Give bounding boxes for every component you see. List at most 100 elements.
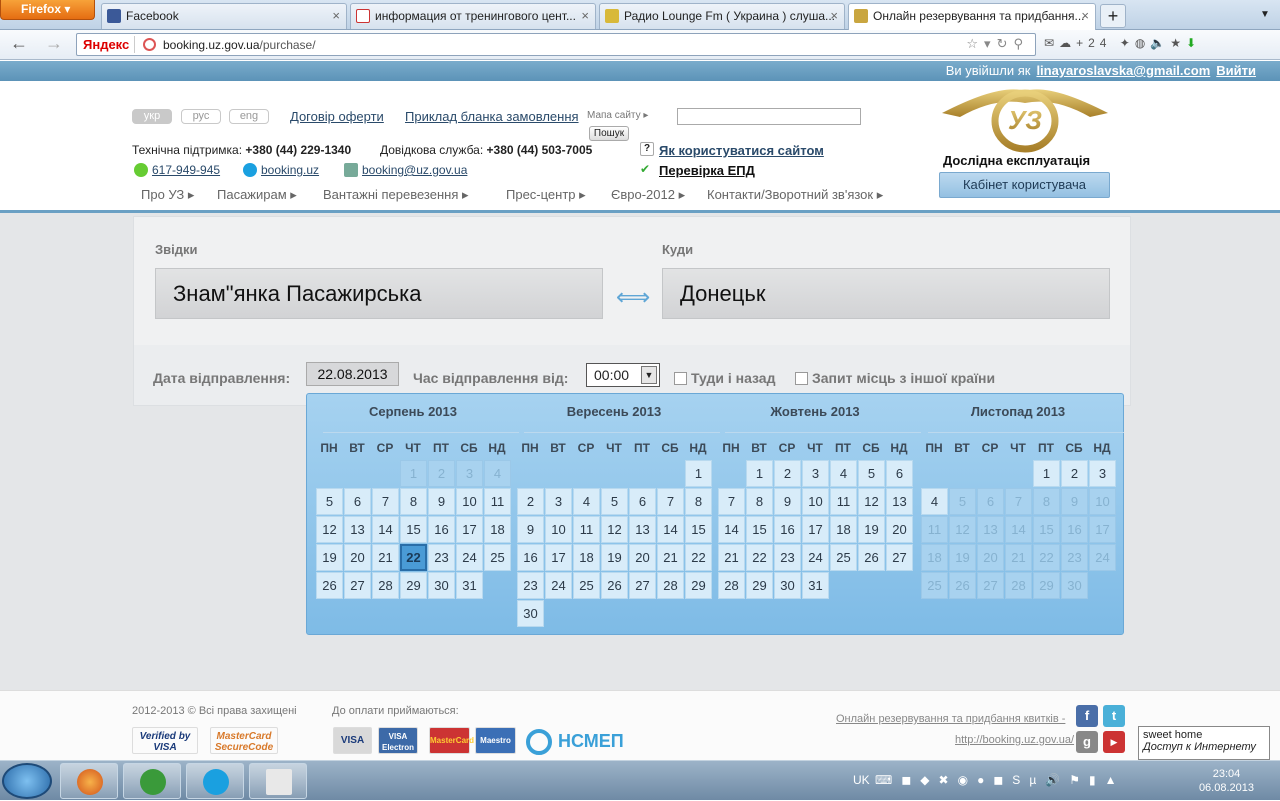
calendar-day[interactable]: 2 <box>517 488 544 515</box>
calendar-day[interactable]: 31 <box>456 572 483 599</box>
site-identity-icon[interactable] <box>143 38 156 51</box>
calendar-day[interactable]: 11 <box>830 488 857 515</box>
calendar-day[interactable]: 6 <box>629 488 656 515</box>
app-icon[interactable]: ◼ <box>993 773 1012 787</box>
calendar-day[interactable]: 27 <box>629 572 656 599</box>
search-button[interactable]: Пошук <box>589 126 629 141</box>
firefox-menu-button[interactable]: Firefox ▾ <box>0 0 95 20</box>
calendar-day[interactable]: 24 <box>545 572 572 599</box>
calendar-day[interactable]: 3 <box>802 460 829 487</box>
calendar-day[interactable]: 19 <box>858 516 885 543</box>
lang-rus[interactable]: рус <box>181 109 221 124</box>
calendar-day[interactable]: 26 <box>858 544 885 571</box>
calendar-day[interactable]: 16 <box>517 544 544 571</box>
calendar-day[interactable]: 11 <box>573 516 600 543</box>
url-bar[interactable]: Яндекс booking.uz.gov.ua/purchase/ ☆▾↻⚲ <box>76 33 1036 56</box>
close-icon[interactable]: × <box>830 4 838 28</box>
calendar-day[interactable]: 19 <box>316 544 343 571</box>
calendar-day[interactable]: 8 <box>685 488 712 515</box>
keyboard-language[interactable]: UK <box>853 773 870 787</box>
uz-logo[interactable]: УЗ <box>940 83 1110 153</box>
calendar-day[interactable]: 8 <box>746 488 773 515</box>
calendar-day[interactable]: 21 <box>372 544 399 571</box>
calendar-day[interactable]: 13 <box>344 516 371 543</box>
selected-day[interactable]: 22 <box>400 544 427 571</box>
sample-link[interactable]: Приклад бланка замовлення <box>405 109 579 124</box>
utorrent-icon[interactable]: µ <box>1029 773 1045 787</box>
calendar-day[interactable]: 26 <box>601 572 628 599</box>
calendar-day[interactable]: 28 <box>718 572 745 599</box>
weather-icon[interactable]: ☁ <box>1059 36 1076 50</box>
calendar-day[interactable]: 22 <box>685 544 712 571</box>
calendar-day[interactable]: 30 <box>517 600 544 627</box>
calendar-day[interactable]: 9 <box>517 516 544 543</box>
calendar-day[interactable]: 12 <box>858 488 885 515</box>
calendar-day[interactable]: 29 <box>746 572 773 599</box>
download-icon[interactable]: ⬇ <box>1186 36 1201 50</box>
calendar-day[interactable]: 30 <box>774 572 801 599</box>
calendar-day[interactable]: 24 <box>802 544 829 571</box>
calendar-day[interactable]: 27 <box>344 572 371 599</box>
yandex-brand[interactable]: Яндекс <box>79 36 135 53</box>
calendar-day[interactable]: 1 <box>685 460 712 487</box>
flag-icon[interactable]: ⚑ <box>1069 773 1089 787</box>
new-tab-button[interactable]: + <box>1100 4 1126 28</box>
app-icon[interactable]: ● <box>977 773 993 787</box>
sitemap-link[interactable]: Мапа сайту ▸ <box>587 110 648 121</box>
calendar-day[interactable]: 21 <box>657 544 684 571</box>
calendar-day[interactable]: 16 <box>774 516 801 543</box>
logout-link[interactable]: Вийти <box>1216 63 1256 78</box>
calendar-day[interactable]: 18 <box>484 516 511 543</box>
facebook-icon[interactable]: f <box>1076 705 1098 727</box>
calendar-day[interactable]: 9 <box>428 488 455 515</box>
calendar-day[interactable]: 23 <box>428 544 455 571</box>
calendar-day[interactable]: 19 <box>601 544 628 571</box>
menu-about[interactable]: Про УЗ ▸ <box>141 187 194 203</box>
taskbar-app[interactable] <box>249 763 307 799</box>
youtube-icon[interactable]: ▶ <box>1103 731 1125 753</box>
back-arrow-icon[interactable]: ← <box>10 33 28 54</box>
calendar-day[interactable]: 25 <box>484 544 511 571</box>
menu-freight[interactable]: Вантажні перевезення ▸ <box>323 187 469 203</box>
time-select[interactable]: 00:00 ▼ <box>586 363 660 387</box>
calendar-day[interactable]: 22 <box>746 544 773 571</box>
calendar-day[interactable]: 24 <box>456 544 483 571</box>
calendar-day[interactable]: 3 <box>545 488 572 515</box>
calendar-day[interactable]: 10 <box>802 488 829 515</box>
calendar-day[interactable]: 17 <box>802 516 829 543</box>
footer-url-link[interactable]: http://booking.uz.gov.ua/ <box>955 734 1074 746</box>
calendar-day[interactable]: 4 <box>921 488 948 515</box>
calendar-day[interactable]: 28 <box>372 572 399 599</box>
tab-booking[interactable]: Онлайн резервування та придбання... × <box>848 3 1096 30</box>
close-icon[interactable]: × <box>332 4 340 28</box>
calendar-day[interactable]: 30 <box>428 572 455 599</box>
to-station-input[interactable]: Донецьк <box>662 268 1110 319</box>
chat-icon[interactable]: ✦ <box>1120 36 1135 50</box>
calendar-day[interactable]: 2 <box>1061 460 1088 487</box>
taskbar-skype[interactable] <box>186 763 244 799</box>
chevron-down-icon[interactable]: ▼ <box>641 366 657 384</box>
app-icon[interactable]: ◉ <box>958 773 977 787</box>
calendar-day[interactable]: 27 <box>886 544 913 571</box>
lang-eng[interactable]: eng <box>229 109 269 124</box>
footer-booking-link[interactable]: Онлайн резервування та придбання квитків… <box>836 713 1065 725</box>
star-icon[interactable]: ☆ <box>966 36 984 51</box>
close-icon[interactable]: × <box>1081 4 1089 28</box>
calendar-day[interactable]: 13 <box>629 516 656 543</box>
calendar-day[interactable]: 15 <box>400 516 427 543</box>
menu-contacts[interactable]: Контакти/Зворотний зв'язок ▸ <box>707 187 883 203</box>
calendar-day[interactable]: 18 <box>830 516 857 543</box>
skype-link[interactable]: booking.uz <box>243 163 319 177</box>
calendar-day[interactable]: 11 <box>484 488 511 515</box>
calendar-day[interactable]: 29 <box>685 572 712 599</box>
calendar-day[interactable]: 20 <box>629 544 656 571</box>
menu-press[interactable]: Прес-центр ▸ <box>506 187 586 203</box>
calendar-day[interactable]: 23 <box>774 544 801 571</box>
volume-icon[interactable]: 🔊 <box>1045 773 1069 787</box>
clock[interactable]: 23:04 06.08.2013 <box>1199 767 1254 795</box>
close-icon[interactable]: × <box>581 4 589 28</box>
calendar-day[interactable]: 5 <box>316 488 343 515</box>
taskbar-utorrent[interactable] <box>123 763 181 799</box>
cabinet-button[interactable]: Кабінет користувача <box>939 172 1110 198</box>
calendar-day[interactable]: 20 <box>344 544 371 571</box>
